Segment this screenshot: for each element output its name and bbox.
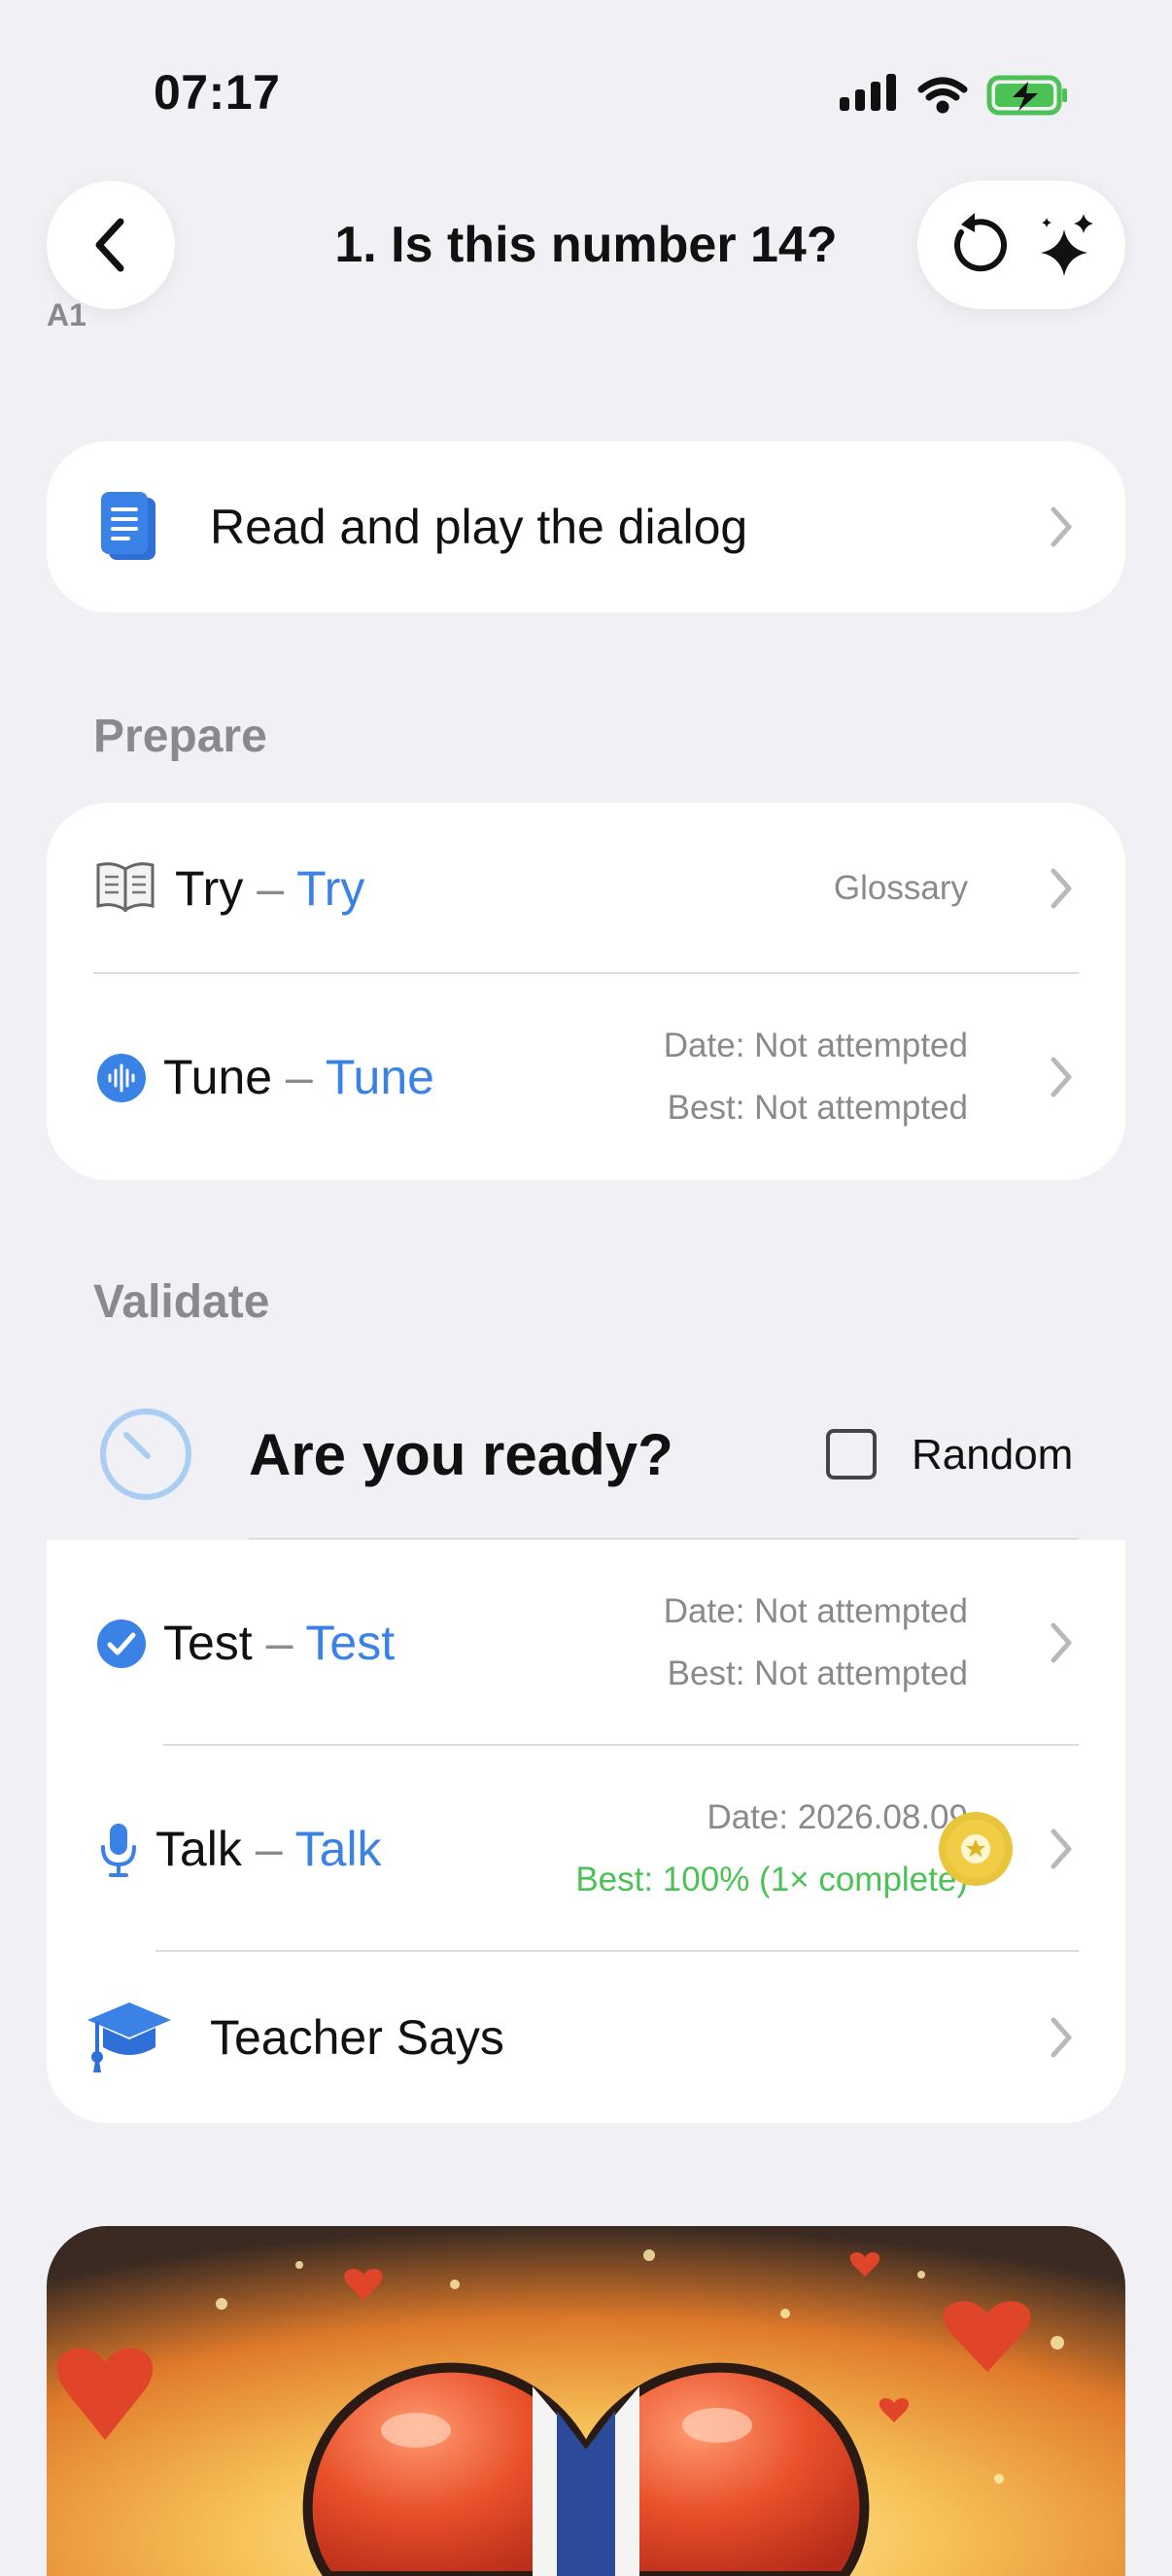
page-title: 1. Is this number 14? — [334, 217, 838, 273]
header-actions — [917, 181, 1125, 309]
test-native: Test — [163, 1616, 253, 1670]
chevron-left-icon — [95, 218, 124, 272]
stopwatch-icon — [100, 1408, 191, 1500]
ai-button[interactable] — [1031, 210, 1101, 280]
microphone-icon — [101, 1824, 136, 1877]
try-dash: – — [257, 861, 285, 916]
teacher-says-label: Teacher Says — [210, 2010, 504, 2065]
prepare-heading: Prepare — [93, 711, 267, 762]
back-button[interactable] — [47, 181, 175, 309]
tune-row[interactable]: Tune – Tune Date: Not attempted Best: No… — [47, 974, 1125, 1180]
star-medal-icon — [939, 1812, 1013, 1886]
chevron-right-icon — [1051, 2017, 1072, 2058]
test-row[interactable]: Test – Test Date: Not attempted Best: No… — [47, 1540, 1125, 1746]
tune-dash: – — [286, 1050, 313, 1104]
tune-label: Tune – Tune — [163, 1049, 434, 1105]
tune-meta: Date: Not attempted Best: Not attempted — [664, 1015, 968, 1139]
restart-button[interactable] — [942, 211, 1010, 279]
test-meta: Date: Not attempted Best: Not attempted — [664, 1581, 968, 1705]
talk-best: Best: 100% (1× complete) — [575, 1861, 968, 1898]
checkmark-circle-icon — [97, 1619, 146, 1668]
lesson-illustration — [47, 2226, 1125, 2576]
dialog-row[interactable]: Read and play the dialog — [47, 441, 1125, 612]
prepare-card: Try – Try Glossary Tune – Tune Date: Not… — [47, 803, 1125, 1180]
random-label: Random — [912, 1431, 1074, 1479]
talk-label: Talk – Talk — [155, 1821, 382, 1877]
validate-card: Test – Test Date: Not attempted Best: No… — [47, 1540, 1125, 2123]
talk-row[interactable]: Talk – Talk Date: 2026.08.09 Best: 100% … — [47, 1746, 1125, 1952]
test-label: Test – Test — [163, 1615, 395, 1671]
test-english: Test — [305, 1616, 396, 1670]
teacher-says-row[interactable]: Teacher Says — [47, 1952, 1125, 2123]
graduation-cap-icon — [87, 2002, 171, 2072]
tune-native: Tune — [163, 1050, 273, 1104]
random-checkbox[interactable] — [826, 1429, 877, 1479]
try-native: Try — [175, 861, 244, 916]
talk-dash: – — [255, 1822, 283, 1876]
talk-native: Talk — [155, 1822, 242, 1876]
ready-title: Are you ready? — [249, 1422, 673, 1487]
chevron-right-icon — [1051, 506, 1072, 547]
status-icons — [838, 70, 1071, 119]
talk-date: Date: 2026.08.09 — [707, 1798, 968, 1836]
try-label: Try – Try — [175, 860, 364, 917]
tune-best: Best: Not attempted — [667, 1089, 968, 1127]
chevron-right-icon — [1051, 868, 1072, 909]
test-best: Best: Not attempted — [667, 1654, 968, 1692]
validate-heading: Validate — [93, 1276, 270, 1328]
level-badge: A1 — [47, 297, 86, 332]
open-book-icon — [95, 861, 155, 917]
glossary-label: Glossary — [833, 869, 968, 907]
tune-date: Date: Not attempted — [663, 1027, 968, 1064]
chevron-right-icon — [1051, 1057, 1072, 1097]
document-icon — [101, 492, 155, 560]
try-english: Try — [296, 861, 365, 916]
test-dash: – — [265, 1616, 293, 1670]
sparkles-icon — [1041, 214, 1093, 276]
test-date: Date: Not attempted — [663, 1592, 968, 1630]
wifi-icon — [917, 77, 968, 114]
tune-english: Tune — [325, 1050, 434, 1104]
battery-charging-icon — [986, 75, 1067, 116]
status-time: 07:17 — [154, 65, 281, 120]
try-row[interactable]: Try – Try Glossary — [47, 803, 1125, 974]
chevron-right-icon — [1051, 1622, 1072, 1663]
restart-icon — [954, 213, 1008, 272]
waveform-icon — [97, 1054, 146, 1102]
cellular-signal-icon — [840, 74, 896, 111]
chevron-right-icon — [1051, 1828, 1072, 1869]
talk-english: Talk — [294, 1822, 382, 1876]
dialog-label: Read and play the dialog — [210, 500, 748, 554]
talk-meta: Date: 2026.08.09 Best: 100% (1× complete… — [575, 1787, 968, 1911]
